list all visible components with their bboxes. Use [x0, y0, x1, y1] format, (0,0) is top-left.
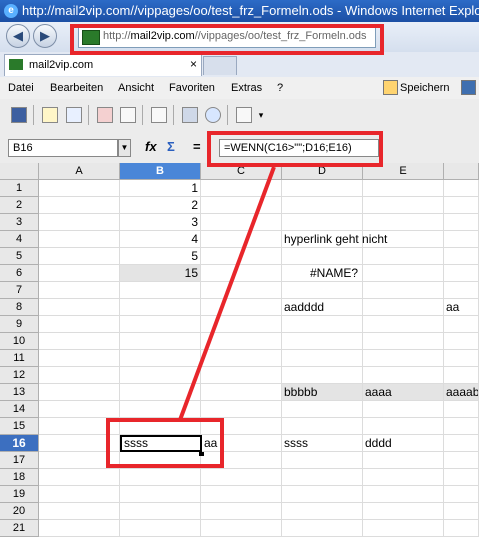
annotation-arrow-line — [178, 166, 276, 421]
